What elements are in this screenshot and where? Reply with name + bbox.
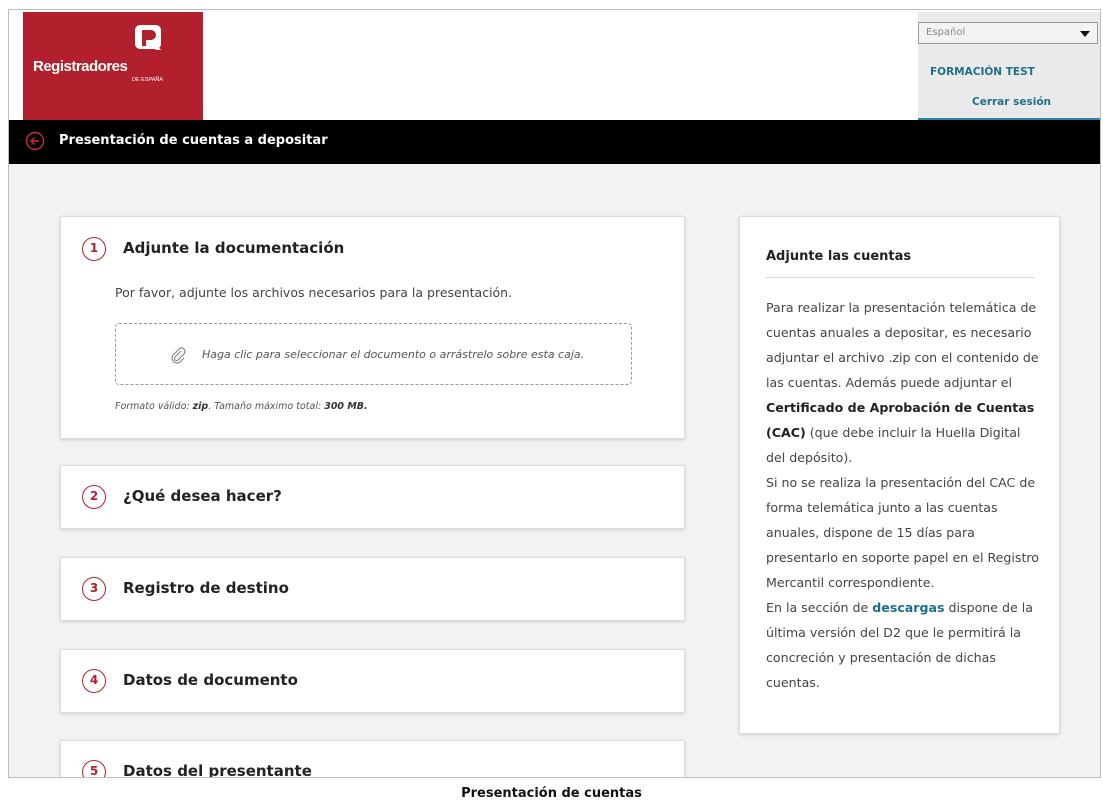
user-name[interactable]: FORMACIÓN TEST [930,66,1035,78]
logo-subtitle: DE ESPAÑA [132,77,164,83]
step-title[interactable]: Datos de documento [123,671,298,689]
paperclip-icon [171,347,186,364]
help-paragraph-2: Si no se realiza la presentación del CAC… [766,475,1040,590]
back-arrow-icon[interactable] [25,131,45,151]
logo-name: Registradores [33,58,128,75]
step-number: 5 [82,760,106,777]
top-header: Registradores DE ESPAÑA Español FORMACIÓ… [9,10,1100,120]
file-dropzone[interactable]: Haga clic para seleccionar el documento … [115,323,632,385]
step-card-registry[interactable]: 3 Registro de destino [60,557,685,621]
help-paragraph-1: Para realizar la presentación telemática… [766,295,1040,470]
app-window: Registradores DE ESPAÑA Español FORMACIÓ… [8,9,1101,778]
step-title[interactable]: ¿Qué desea hacer? [123,487,282,505]
step-title[interactable]: Datos del presentante [123,762,312,777]
dropzone-text: Haga clic para seleccionar el documento … [202,348,585,361]
step-card-document-data[interactable]: 4 Datos de documento [60,649,685,713]
page-titlebar: Presentación de cuentas a depositar [9,120,1100,164]
language-select[interactable]: Español [918,22,1098,44]
figure-caption: Presentación de cuentas [461,786,642,801]
help-body: Para realizar la presentación telemática… [766,295,1040,695]
page-title: Presentación de cuentas a depositar [59,133,328,148]
step-card-action[interactable]: 2 ¿Qué desea hacer? [60,465,685,529]
help-text: Para realizar la presentación telemática… [766,300,1039,390]
help-text: En la sección de [766,600,873,615]
chevron-down-icon [1080,31,1090,37]
help-paragraph-3: En la sección de descargas dispone de la… [766,595,1040,695]
step-card-documentation: 1 Adjunte la documentación Por favor, ad… [60,216,685,439]
help-panel: Adjunte las cuentas Para realizar la pre… [739,216,1060,734]
language-value: Español [926,27,966,38]
step-number: 2 [82,485,106,509]
step-number: 1 [82,237,106,261]
step-number: 4 [82,669,106,693]
registradores-r-icon [135,25,161,50]
step-number: 3 [82,577,106,601]
format-label: Formato válido: [115,401,190,412]
registradores-logo[interactable]: Registradores DE ESPAÑA [23,12,203,120]
size-label: . Tamaño máximo total: [208,401,322,412]
format-note: Formato válido: zip. Tamaño máximo total… [115,401,368,412]
help-divider [766,277,1034,278]
format-value: zip [192,401,209,412]
help-title: Adjunte las cuentas [766,249,912,264]
logout-link[interactable]: Cerrar sesión [972,96,1051,108]
upload-description: Por favor, adjunte los archivos necesari… [115,285,513,300]
step-title[interactable]: Registro de destino [123,579,289,597]
downloads-link[interactable]: descargas [872,600,944,615]
step-card-presenter-data[interactable]: 5 Datos del presentante [60,740,685,777]
step-title[interactable]: Adjunte la documentación [123,239,344,257]
size-value: 300 MB. [324,401,368,412]
user-panel: Español FORMACIÓN TEST Cerrar sesión [918,12,1100,120]
